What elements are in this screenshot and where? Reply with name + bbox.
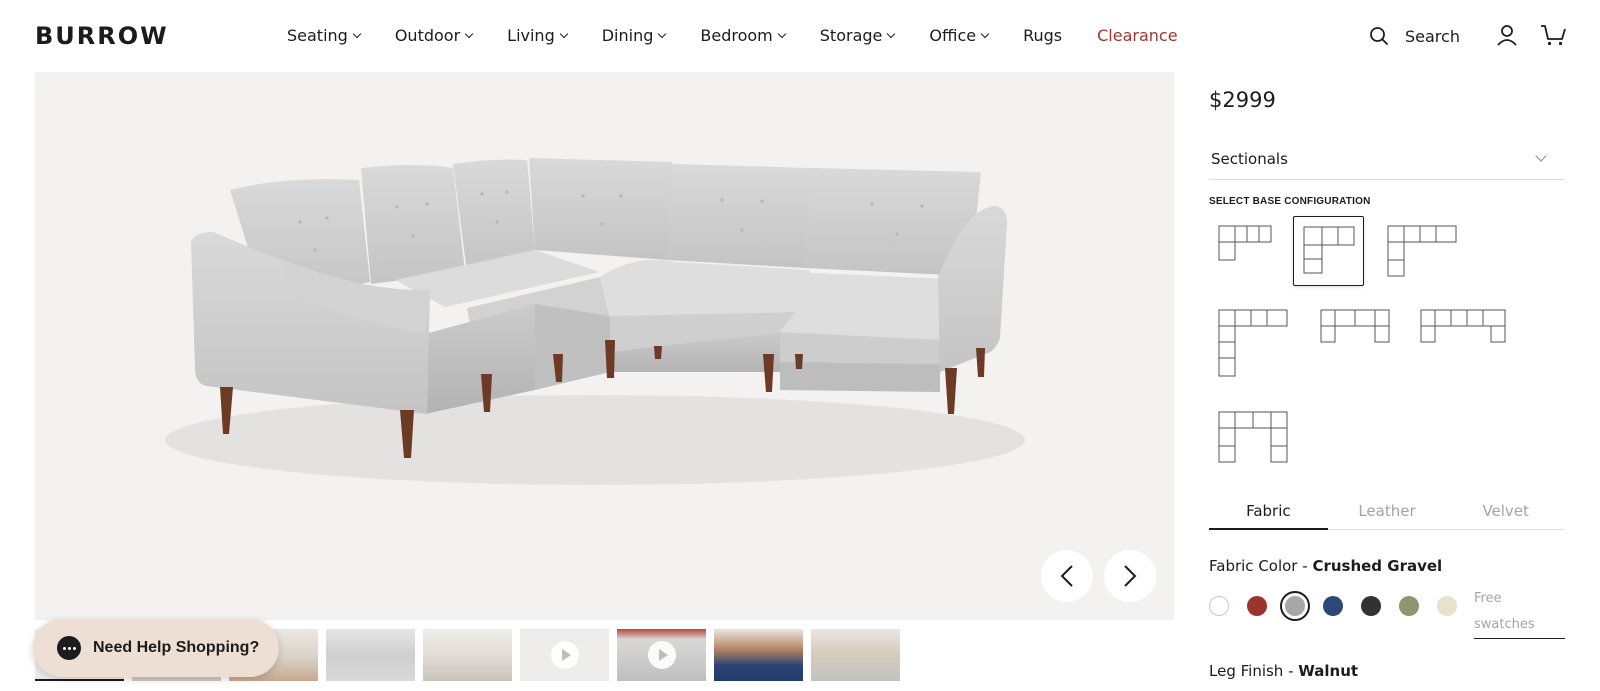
sofa-product-image [165,158,1025,485]
leg-finish-heading: Leg Finish - Walnut [1209,662,1358,680]
thumbnail-7[interactable] [617,629,706,681]
site-header: BURROW Seating Outdoor Living Dining Bed… [0,0,1600,72]
search-label: Search [1405,26,1460,46]
nav-label: Rugs [1023,26,1063,45]
product-image-viewer[interactable] [35,72,1174,620]
category-value: Sectionals [1211,150,1288,168]
thumbnail-5[interactable] [423,629,512,681]
nav-item-bedroom[interactable]: Bedroom [700,26,787,45]
chevron-down-icon [1535,150,1547,162]
thumbnail-8[interactable] [714,629,803,681]
nav-item-office[interactable]: Office [929,26,990,45]
tab-fabric[interactable]: Fabric [1209,494,1328,530]
play-icon [648,641,676,669]
play-icon [551,641,579,669]
category-dropdown[interactable]: Sectionals [1209,140,1565,180]
config-option-7[interactable] [1217,410,1289,466]
config-heading: SELECT BASE CONFIGURATION [1209,196,1371,207]
nav-label: Seating [287,26,348,45]
nav-item-dining[interactable]: Dining [601,26,667,45]
search-button[interactable]: Search [1369,26,1460,46]
leg-finish-label: Leg Finish - [1209,662,1299,680]
config-layout-icon [1303,226,1355,274]
nav-item-storage[interactable]: Storage [819,26,896,45]
need-help-button[interactable]: Need Help Shopping? [33,619,279,677]
config-option-1[interactable] [1217,224,1273,264]
swatch-oatmeal[interactable] [1437,596,1457,616]
chevron-right-icon [1124,565,1137,587]
nav-item-rugs[interactable]: Rugs [1023,26,1062,45]
search-icon [1370,27,1388,45]
chevron-down-icon [777,29,787,38]
tab-velvet[interactable]: Velvet [1446,494,1565,529]
thumbnail-9[interactable] [811,629,900,681]
cart-icon[interactable] [1540,24,1566,46]
chevron-down-icon [980,29,990,38]
product-price: $2999 [1209,88,1276,112]
chevron-down-icon [887,29,896,38]
swatch-white[interactable] [1209,596,1229,616]
leg-finish-value: Walnut [1298,662,1359,680]
free-swatches-link[interactable]: Free swatches [1474,586,1565,639]
next-image-button[interactable] [1104,550,1156,602]
chevron-left-icon [1060,565,1073,587]
config-option-6[interactable] [1419,308,1509,348]
nav-label: Office [929,26,977,45]
fabric-color-heading: Fabric Color - Crushed Gravel [1209,557,1442,575]
thumbnail-4[interactable] [326,629,415,681]
nav-item-seating[interactable]: Seating [287,26,362,45]
active-thumbnail-indicator [35,679,124,681]
config-option-3[interactable] [1386,224,1458,280]
chevron-down-icon [559,29,568,38]
fabric-swatches [1209,591,1475,621]
config-option-5[interactable] [1319,308,1391,348]
nav-label: Outdoor [394,26,461,45]
fabric-color-value: Crushed Gravel [1312,557,1443,575]
config-option-4[interactable] [1217,308,1289,380]
swatch-sage[interactable] [1399,596,1419,616]
thumbnail-6[interactable] [520,629,609,681]
burrow-logo[interactable]: BURROW [35,22,169,50]
need-help-label: Need Help Shopping? [93,639,260,656]
chat-icon [57,636,81,660]
swatch-crushed-gravel[interactable] [1280,591,1310,621]
nav-item-outdoor[interactable]: Outdoor [394,26,474,45]
swatch-charcoal[interactable] [1361,596,1381,616]
nav-item-clearance[interactable]: Clearance [1097,26,1177,45]
account-icon[interactable] [1496,24,1518,46]
nav-label: Storage [819,26,883,45]
fabric-color-label: Fabric Color - [1209,557,1313,575]
swatch-red[interactable] [1247,596,1267,616]
nav-label: Living [507,26,555,45]
nav-label: Clearance [1097,26,1178,45]
prev-image-button[interactable] [1041,550,1093,602]
nav-label: Bedroom [700,26,773,45]
nav-label: Dining [601,26,654,45]
chevron-down-icon [658,29,667,38]
chevron-down-icon [464,29,474,38]
swatch-navy[interactable] [1323,596,1343,616]
main-nav: Seating Outdoor Living Dining Bedroom St… [287,26,1213,45]
config-option-2[interactable] [1293,216,1364,286]
material-tabs: Fabric Leather Velvet [1209,494,1565,530]
nav-item-living[interactable]: Living [507,26,568,45]
tab-leather[interactable]: Leather [1328,494,1447,529]
chevron-down-icon [352,29,362,38]
